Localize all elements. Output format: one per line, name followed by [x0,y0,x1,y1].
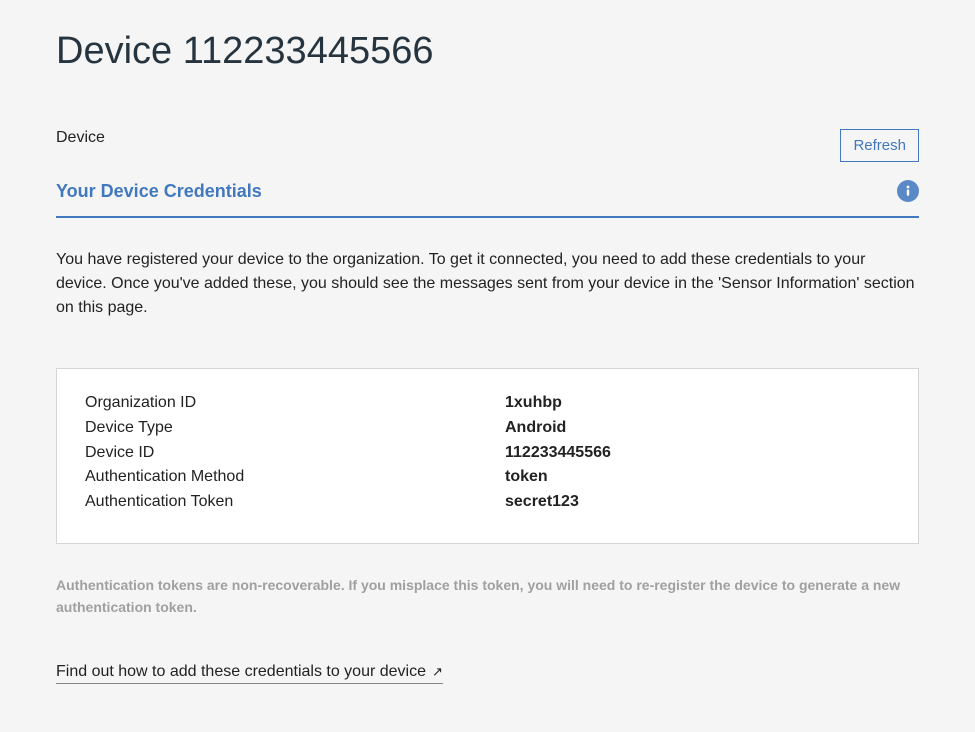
cred-row-device-id: Device ID 112233445566 [85,441,890,466]
cred-row-device-type: Device Type Android [85,416,890,441]
section-title: Your Device Credentials [56,181,262,202]
external-link-icon: ↗ [432,665,443,678]
cred-row-auth-method: Authentication Method token [85,465,890,490]
org-id-label: Organization ID [85,391,505,416]
info-icon[interactable] [897,180,919,202]
token-warning: Authentication tokens are non-recoverabl… [56,574,919,619]
refresh-button[interactable]: Refresh [840,129,919,162]
help-link-text: Find out how to add these credentials to… [56,663,426,681]
device-id-value: 112233445566 [505,441,611,466]
auth-method-value: token [505,465,548,490]
credentials-box: Organization ID 1xuhbp Device Type Andro… [56,368,919,544]
device-type-label: Device Type [85,416,505,441]
device-label: Device [56,129,105,147]
help-link[interactable]: Find out how to add these credentials to… [56,663,443,684]
cred-row-auth-token: Authentication Token secret123 [85,490,890,515]
org-id-value: 1xuhbp [505,391,562,416]
intro-text: You have registered your device to the o… [56,248,919,320]
page-title: Device 112233445566 [56,30,919,73]
auth-method-label: Authentication Method [85,465,505,490]
auth-token-value: secret123 [505,490,579,515]
device-type-value: Android [505,416,566,441]
device-id-label: Device ID [85,441,505,466]
cred-row-org-id: Organization ID 1xuhbp [85,391,890,416]
auth-token-label: Authentication Token [85,490,505,515]
